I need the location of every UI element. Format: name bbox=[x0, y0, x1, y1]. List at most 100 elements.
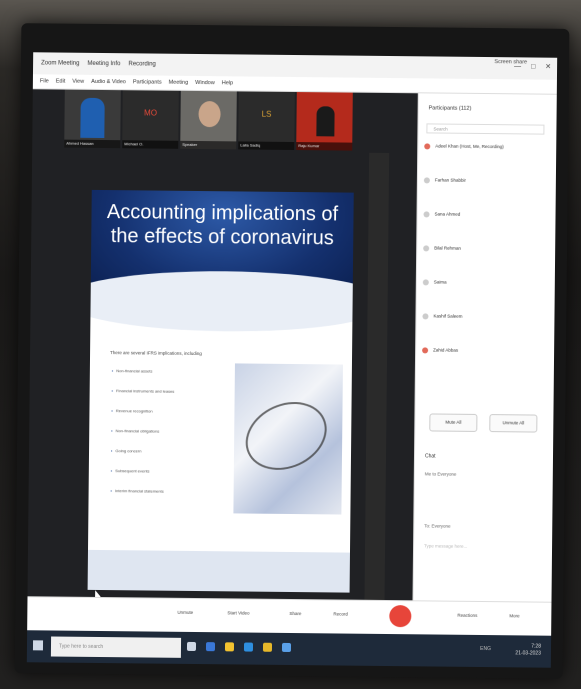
task-view-icon[interactable] bbox=[186, 641, 197, 652]
menu-view[interactable]: View bbox=[72, 79, 84, 85]
meeting-stage: Ahmed Hassan MO Michael O. Speaker LS La… bbox=[27, 89, 418, 603]
tile-initials: MO bbox=[144, 108, 158, 118]
tile-name: Speaker bbox=[180, 140, 237, 150]
start-video-button[interactable]: Start Video bbox=[227, 610, 249, 615]
slide-bullet: Interim financial statements bbox=[110, 488, 173, 509]
leave-button[interactable] bbox=[389, 605, 412, 628]
stage-divider bbox=[364, 152, 390, 603]
slide-bullet: Non-financial assets bbox=[112, 368, 175, 389]
slide-footer bbox=[87, 549, 350, 593]
file-explorer-icon[interactable] bbox=[224, 642, 235, 652]
tile-initials: LS bbox=[261, 109, 272, 119]
video-tile[interactable]: Ahmed Hassan bbox=[64, 89, 121, 149]
app-icon[interactable] bbox=[281, 642, 292, 653]
participant-name: Saima bbox=[433, 279, 447, 285]
tile-name: Raju Kumar bbox=[296, 142, 353, 151]
slide-intro: There are several IFRS implications, inc… bbox=[110, 350, 202, 357]
video-tile[interactable]: Speaker bbox=[180, 90, 237, 150]
video-strip: Ahmed Hassan MO Michael O. Speaker LS La… bbox=[64, 89, 415, 154]
edge-icon[interactable] bbox=[205, 642, 216, 652]
tile-name: Michael O. bbox=[122, 140, 179, 149]
taskbar-search-input[interactable]: Type here to search bbox=[50, 636, 182, 658]
share-button[interactable]: Share bbox=[289, 611, 301, 616]
taskbar-clock[interactable]: 7:28 21-03-2023 bbox=[515, 643, 541, 657]
tile-name: Laila Sadiq bbox=[238, 141, 295, 151]
glasses-shape bbox=[234, 389, 338, 483]
maximize-icon[interactable]: □ bbox=[531, 63, 535, 70]
taskbar-apps bbox=[186, 641, 292, 653]
folder-icon[interactable] bbox=[262, 642, 273, 652]
more-button[interactable]: More bbox=[509, 613, 519, 618]
unmute-button[interactable]: Unmute bbox=[177, 610, 193, 615]
participant-row[interactable]: Sana Ahmed bbox=[423, 211, 547, 246]
slide-image-glasses bbox=[233, 363, 343, 515]
participant-name: Bilal Rehman bbox=[434, 245, 461, 251]
monitor-screen: Zoom Meeting Meeting Info Recording Scre… bbox=[26, 52, 558, 668]
participant-list: Adeel Khan (Host, Me, Recording) Farhan … bbox=[422, 143, 548, 382]
avatar bbox=[422, 347, 429, 354]
menu-file[interactable]: File bbox=[40, 78, 49, 84]
participant-name: Farhan Shabbir bbox=[434, 177, 466, 183]
unmute-all-button[interactable]: Unmute All bbox=[489, 414, 538, 433]
video-tile[interactable]: MO Michael O. bbox=[122, 90, 179, 149]
slide-bullet: Non-financial obligations bbox=[111, 428, 174, 449]
mute-all-button[interactable]: Mute All bbox=[429, 413, 478, 432]
zoom-icon[interactable] bbox=[243, 642, 254, 652]
window-tab-recording[interactable]: Recording bbox=[128, 61, 155, 67]
slide-bullet: Financial instruments and leases bbox=[111, 388, 174, 409]
slide-bullets: Non-financial assets Financial instrumen… bbox=[110, 368, 174, 509]
tile-name: Ahmed Hassan bbox=[64, 139, 121, 149]
slide-bullet: Going concern bbox=[111, 448, 174, 469]
participant-name: Kashif Saleem bbox=[433, 313, 463, 319]
slide-bullet: Subsequent events bbox=[111, 468, 174, 489]
participant-actions: Mute All Unmute All bbox=[429, 413, 538, 433]
avatar bbox=[423, 177, 430, 184]
chat-recipient-dropdown[interactable]: To: Everyone bbox=[424, 523, 450, 528]
minimize-icon[interactable]: — bbox=[514, 63, 521, 70]
menu-participants[interactable]: Participants bbox=[133, 79, 162, 85]
menu-meeting[interactable]: Meeting bbox=[169, 80, 189, 86]
avatar bbox=[423, 245, 430, 252]
participant-row[interactable]: Bilal Rehman bbox=[423, 245, 547, 280]
shared-slide: Accounting implications of the effects o… bbox=[87, 189, 354, 593]
slide-title: Accounting implications of the effects o… bbox=[106, 201, 339, 250]
person-silhouette bbox=[316, 106, 335, 137]
participant-row[interactable]: Farhan Shabbir bbox=[423, 177, 548, 212]
participant-name: Zahid Abbas bbox=[433, 347, 459, 353]
participant-row[interactable]: Zahid Abbas bbox=[422, 347, 546, 382]
windows-taskbar: Type here to search ENG 7:28 21-03-2023 bbox=[26, 630, 552, 668]
participants-panel: Participants (112) Search Adeel Khan (Ho… bbox=[412, 93, 558, 602]
chat-input[interactable]: Type message here... bbox=[424, 543, 467, 548]
avatar bbox=[424, 143, 431, 150]
face-shape bbox=[198, 101, 221, 128]
slide-swoosh bbox=[87, 269, 354, 334]
window-tab-info[interactable]: Meeting Info bbox=[87, 61, 120, 67]
slide-bullet: Revenue recognition bbox=[111, 408, 174, 429]
windows-start-icon[interactable] bbox=[32, 640, 44, 651]
menu-audio-video[interactable]: Audio & Video bbox=[91, 79, 126, 85]
person-silhouette bbox=[80, 97, 105, 139]
menu-help[interactable]: Help bbox=[222, 80, 233, 86]
participant-row[interactable]: Saima bbox=[422, 279, 546, 314]
chat-title: Chat bbox=[424, 453, 436, 460]
menu-edit[interactable]: Edit bbox=[56, 79, 66, 85]
participant-row[interactable]: Kashif Saleem bbox=[422, 313, 546, 348]
avatar bbox=[422, 313, 429, 320]
participant-row[interactable]: Adeel Khan (Host, Me, Recording) bbox=[424, 143, 548, 178]
window-controls: — □ ✕ bbox=[506, 62, 551, 70]
video-tile[interactable]: LS Laila Sadiq bbox=[238, 91, 295, 151]
reactions-button[interactable]: Reactions bbox=[457, 613, 477, 618]
clock-date: 21-03-2023 bbox=[515, 650, 541, 657]
record-button[interactable]: Record bbox=[333, 611, 348, 616]
video-tile[interactable]: Raju Kumar bbox=[296, 92, 353, 151]
avatar bbox=[423, 211, 430, 218]
participant-search-input[interactable]: Search bbox=[426, 123, 545, 135]
window-tab-meeting[interactable]: Zoom Meeting bbox=[41, 60, 79, 66]
taskbar-tray: ENG bbox=[480, 645, 492, 653]
avatar bbox=[422, 279, 429, 286]
participant-name: Adeel Khan (Host, Me, Recording) bbox=[435, 143, 504, 150]
participant-name: Sana Ahmed bbox=[434, 211, 461, 217]
close-icon[interactable]: ✕ bbox=[545, 64, 551, 71]
menu-window[interactable]: Window bbox=[195, 80, 215, 86]
participants-title: Participants (112) bbox=[428, 105, 472, 112]
